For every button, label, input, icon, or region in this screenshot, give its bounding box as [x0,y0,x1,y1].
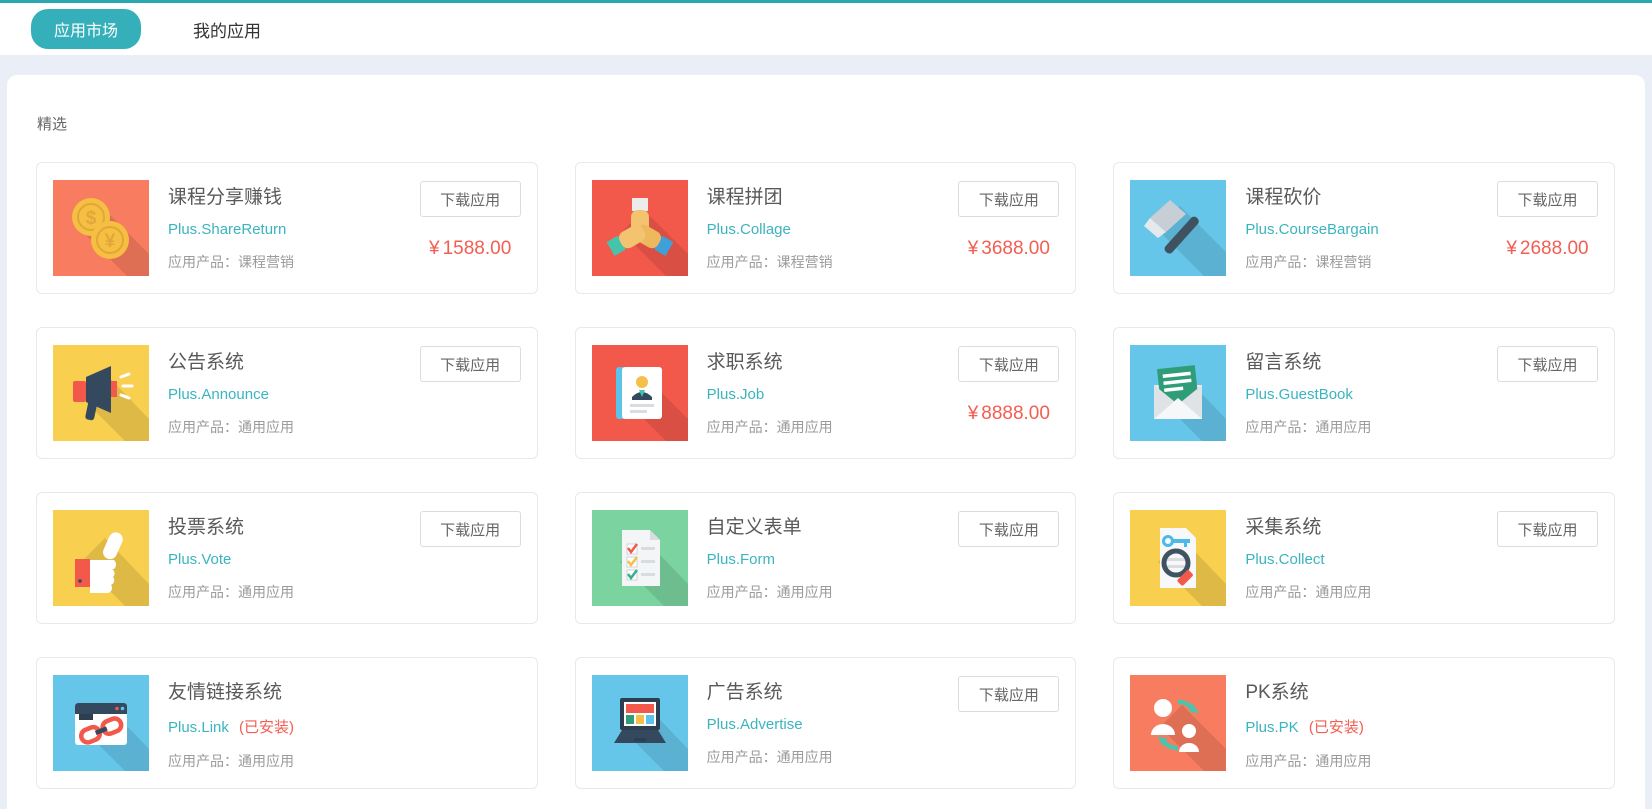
download-button[interactable]: 下载应用 [958,511,1060,547]
download-button[interactable]: 下载应用 [1496,511,1598,547]
app-card: $ ¥ 课程分享赚钱 Plus.ShareReturn 应用产品：课程营销 下载… [36,162,538,294]
app-product: 应用产品：课程营销 [1245,254,1372,270]
app-card: 自定义表单 Plus.Form 应用产品：通用应用 下载应用 [574,492,1077,624]
tab-app-market[interactable]: 应用市场 [31,9,142,49]
app-product: 应用产品：通用应用 [1245,584,1372,600]
app-code: Plus.Link [168,719,229,736]
chain-link-icon [53,675,149,771]
app-title: 友情链接系统 [168,682,283,703]
app-product: 应用产品：通用应用 [706,419,833,435]
app-title: 自定义表单 [706,517,802,538]
app-card: 采集系统 Plus.Collect 应用产品：通用应用 下载应用 [1113,492,1615,624]
app-price: ¥2688.00 [1506,238,1589,259]
installed-badge: (已安装) [1308,719,1364,736]
teamwork-hands-icon [591,180,688,276]
app-title: 求职系统 [706,352,783,373]
section-title-featured: 精选 [37,116,68,133]
app-code: Plus.Announce [168,386,269,403]
app-code: Plus.GuestBook [1245,386,1353,403]
app-code: Plus.ShareReturn [168,221,287,238]
app-code: Plus.Collect [1245,551,1325,568]
app-code: Plus.PK [1245,719,1299,736]
app-title: 课程分享赚钱 [168,187,283,208]
tab-my-apps[interactable]: 我的应用 [193,17,261,42]
app-card: 公告系统 Plus.Announce 应用产品：通用应用 下载应用 [36,327,538,459]
app-title: 广告系统 [706,682,783,703]
checklist-icon [591,510,688,606]
app-card: 留言系统 Plus.GuestBook 应用产品：通用应用 下载应用 [1113,327,1615,459]
envelope-letter-icon [1130,345,1227,441]
app-card: 广告系统 Plus.Advertise 应用产品：通用应用 下载应用 [574,657,1077,789]
app-product: 应用产品：通用应用 [706,749,833,765]
app-product: 应用产品：通用应用 [168,584,294,600]
pk-swap-icon [1130,675,1227,771]
megaphone-icon [53,345,149,441]
app-product: 应用产品：通用应用 [1245,753,1372,769]
installed-badge: (已安装) [239,719,295,736]
download-button[interactable]: 下载应用 [419,346,521,382]
svg-text:$: $ [86,208,97,229]
app-title: 课程砍价 [1245,187,1322,208]
app-title: 投票系统 [168,517,245,538]
app-card: 投票系统 Plus.Vote 应用产品：通用应用 下载应用 [36,492,538,624]
app-product: 应用产品：通用应用 [706,584,833,600]
download-button[interactable]: 下载应用 [958,181,1060,217]
app-card: 课程拼团 Plus.Collage 应用产品：课程营销 下载应用 ¥3688.0… [574,162,1077,294]
app-title: PK系统 [1245,682,1309,703]
download-button[interactable]: 下载应用 [958,346,1060,382]
app-code: Plus.Vote [168,551,232,568]
app-market-panel: 精选 $ ¥ 课程分享赚钱 Plus.ShareReturn 应用产品：课程营销… [7,75,1645,809]
app-price: ¥1588.00 [429,238,512,259]
coins-icon: $ ¥ [53,180,149,276]
app-code: Plus.Form [706,551,775,568]
app-code: Plus.Advertise [706,716,803,733]
axe-icon [1130,180,1227,276]
app-product: 应用产品：通用应用 [168,753,294,769]
download-button[interactable]: 下载应用 [1496,181,1598,217]
app-price: ¥3688.00 [967,238,1050,259]
download-button[interactable]: 下载应用 [958,676,1060,712]
app-card: 课程砍价 Plus.CourseBargain 应用产品：课程营销 下载应用 ¥… [1113,162,1615,294]
app-product: 应用产品：通用应用 [1245,419,1372,435]
app-title: 留言系统 [1245,352,1322,373]
thumbs-up-icon [53,510,149,606]
app-card: 求职系统 Plus.Job 应用产品：通用应用 下载应用 ¥8888.00 [574,327,1077,459]
download-button[interactable]: 下载应用 [419,511,521,547]
app-product: 应用产品：课程营销 [706,254,833,270]
tab-bar: 应用市场 我的应用 [0,0,1652,55]
app-card: 友情链接系统 Plus.Link (已安装) 应用产品：通用应用 [36,657,538,789]
app-title: 公告系统 [168,352,245,373]
download-button[interactable]: 下载应用 [419,181,521,217]
svg-text:¥: ¥ [105,231,116,252]
app-card-grid: $ ¥ 课程分享赚钱 Plus.ShareReturn 应用产品：课程营销 下载… [36,162,1615,789]
app-code: Plus.Collage [706,221,791,238]
laptop-ads-icon [591,675,688,771]
app-product: 应用产品：通用应用 [168,419,294,435]
id-card-icon [591,345,688,441]
app-title: 采集系统 [1245,517,1322,538]
app-code: Plus.CourseBargain [1245,221,1379,238]
download-button[interactable]: 下载应用 [1496,346,1598,382]
app-price: ¥8888.00 [967,403,1050,424]
app-card: PK系统 Plus.PK (已安装) 应用产品：通用应用 [1113,657,1615,789]
search-document-icon [1130,510,1227,606]
app-code: Plus.Job [706,386,765,403]
app-product: 应用产品：课程营销 [168,254,294,270]
app-title: 课程拼团 [706,187,783,208]
